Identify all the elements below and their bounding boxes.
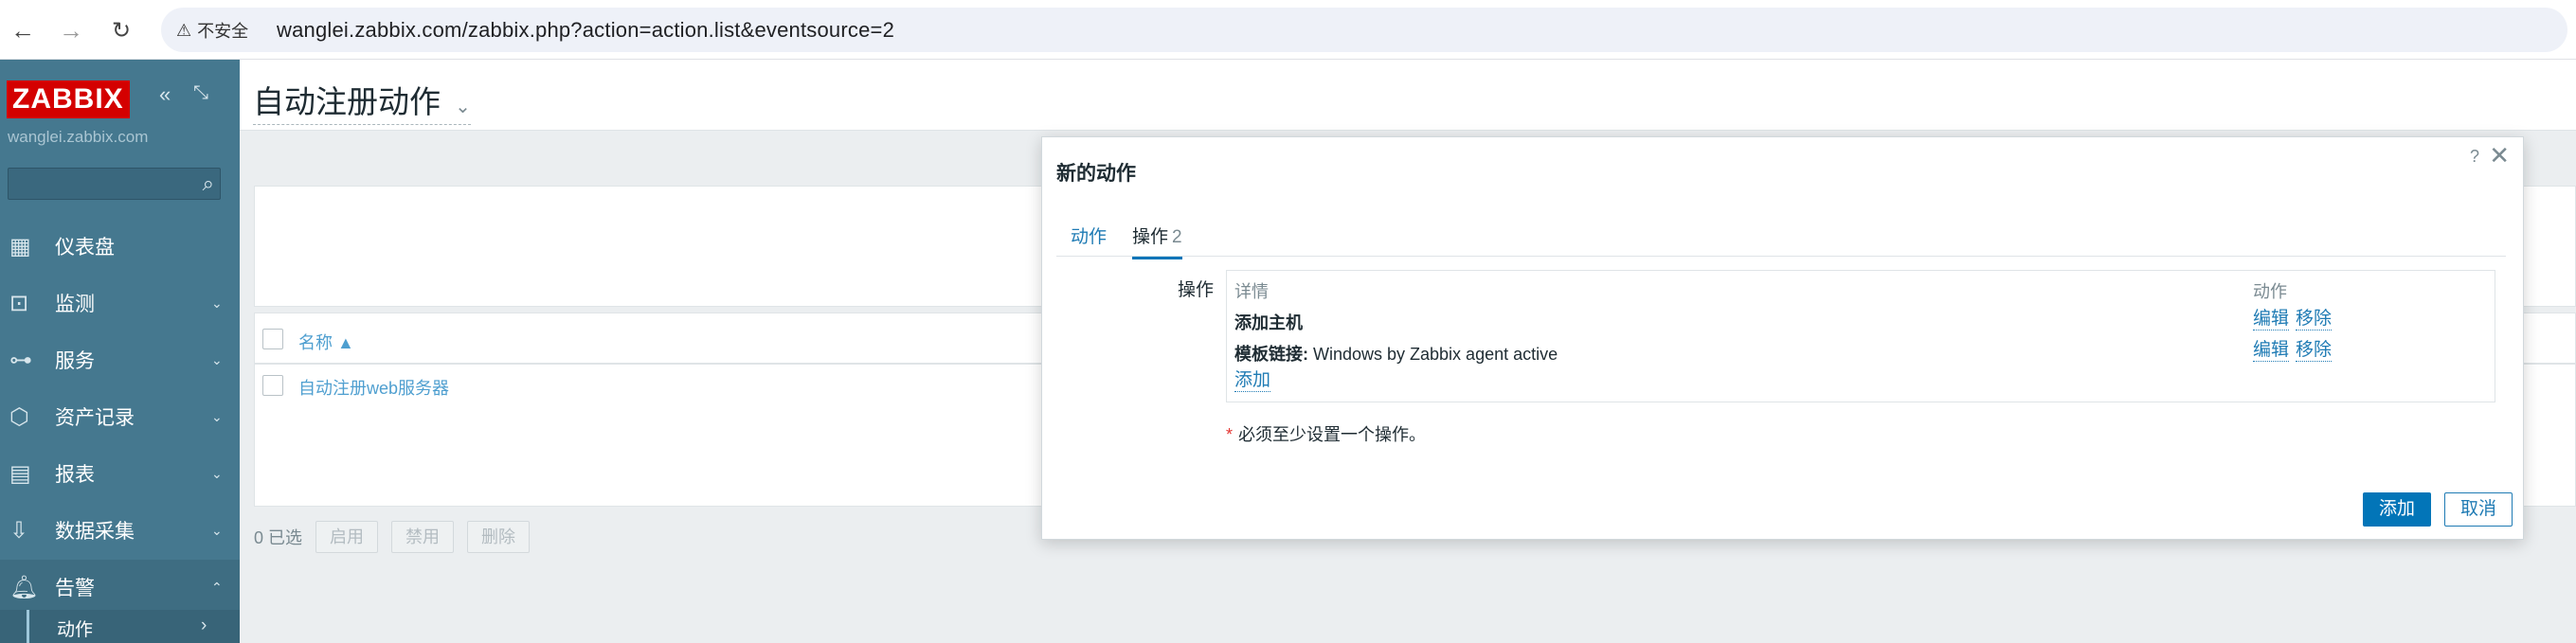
sidebar-item-label: 资产记录 [55, 407, 135, 429]
operation-label: 模板链接: [1234, 345, 1308, 364]
inventory-icon: ⬡ [9, 403, 29, 430]
column-details: 详情 [1234, 282, 1269, 301]
chevron-right-icon: › [201, 616, 207, 635]
zabbix-logo[interactable]: ZABBIX [7, 80, 130, 118]
data-collection-icon: ⇩ [9, 517, 29, 544]
operation-details: 模板链接: Windows by Zabbix agent active [1234, 341, 1558, 366]
selected-count: 0 已选 [254, 528, 303, 547]
page-header: 自动注册动作 ⌄ [240, 60, 2576, 131]
insecure-badge[interactable]: ⚠ 不安全 [176, 18, 248, 43]
operations-label: 操作 [1178, 280, 1215, 300]
close-icon[interactable]: ✕ [2489, 141, 2510, 170]
chevron-down-icon: ⌄ [455, 97, 471, 117]
sidebar-item-dashboard[interactable]: ▦ 仪表盘 [0, 219, 240, 274]
insecure-label: 不安全 [197, 22, 249, 41]
sidebar-item-data-collection[interactable]: ⇩ 数据采集 ⌄ [0, 503, 240, 558]
help-icon[interactable]: ? [2470, 147, 2479, 167]
sidebar-search-input[interactable]: ⌕ [8, 168, 221, 200]
operation-details: 添加主机 [1234, 310, 1303, 334]
operation-value: Windows by Zabbix agent active [1308, 345, 1558, 364]
remove-link[interactable]: 移除 [2296, 309, 2333, 330]
chevron-down-icon: ⌄ [211, 351, 223, 367]
new-action-dialog: 新的动作 ? ✕ 动作 操作 2 操作 详情 动作 添加主机 编辑 移除 模板链接… [1041, 136, 2524, 540]
required-text: 必须至少设置一个操作。 [1238, 425, 1427, 444]
sidebar-item-label: 告警 [55, 578, 95, 599]
required-note: * 必须至少设置一个操作。 [1226, 421, 1426, 446]
cancel-button[interactable]: 取消 [2444, 492, 2513, 527]
action-name-link[interactable]: 自动注册web服务器 [298, 375, 449, 400]
reports-icon: ▤ [9, 460, 31, 487]
sidebar-subitem-actions[interactable]: 动作 › [0, 610, 240, 643]
list-footer: 0 已选 启用 禁用 删除 [254, 519, 531, 555]
dashboard-icon: ▦ [9, 233, 31, 259]
required-asterisk: * [1226, 425, 1234, 444]
active-indicator [27, 610, 29, 643]
chevron-down-icon: ⌄ [211, 465, 223, 481]
chevron-down-icon: ⌄ [211, 295, 223, 311]
enable-button[interactable]: 启用 [315, 521, 379, 553]
tab-count: 2 [1172, 227, 1182, 247]
tab-label: 动作 [1071, 227, 1108, 247]
services-icon: ⊶ [9, 347, 32, 373]
reload-icon[interactable]: ↻ [102, 11, 140, 49]
chevron-down-icon: ⌄ [211, 408, 223, 424]
sidebar-item-label: 监测 [55, 294, 95, 315]
browser-toolbar: ← → ↻ ⚠ 不安全 wanglei.zabbix.com/zabbix.ph… [0, 0, 2576, 60]
sidebar-item-label: 报表 [55, 464, 95, 486]
chevron-up-icon: ⌃ [211, 579, 223, 595]
alerts-icon: 🔔︎ [9, 574, 39, 600]
kiosk-mode-icon[interactable]: ⤡ [193, 82, 208, 104]
arrow-right-icon[interactable]: → [52, 11, 90, 49]
sidebar-item-inventory[interactable]: ⬡ 资产记录 ⌄ [0, 389, 240, 444]
page-title: 自动注册动作 [253, 84, 441, 119]
page-title-dropdown[interactable]: 自动注册动作 ⌄ [253, 77, 471, 125]
sidebar: ZABBIX « ⤡ wanglei.zabbix.com ⌕ ▦ 仪表盘 ⊡ … [0, 60, 240, 643]
sidebar-item-label: 数据采集 [55, 521, 135, 543]
monitoring-icon: ⊡ [9, 290, 29, 316]
sidebar-item-label: 仪表盘 [55, 237, 115, 259]
collapse-sidebar-icon[interactable]: « [159, 82, 171, 107]
sidebar-subitem-label: 动作 [57, 620, 94, 640]
sidebar-item-alerts[interactable]: 🔔︎ 告警 ⌃ [0, 560, 240, 615]
sidebar-item-monitoring[interactable]: ⊡ 监测 ⌄ [0, 276, 240, 330]
tab-operations[interactable]: 操作 2 [1132, 223, 1182, 259]
tab-label: 操作 [1132, 227, 1169, 247]
search-icon[interactable]: ⌕ [203, 171, 214, 196]
edit-link[interactable]: 编辑 [2253, 309, 2290, 330]
add-button[interactable]: 添加 [2363, 492, 2431, 527]
remove-link[interactable]: 移除 [2296, 340, 2333, 362]
select-all-checkbox[interactable] [262, 329, 283, 349]
tab-action[interactable]: 动作 [1071, 223, 1107, 248]
chevron-down-icon: ⌄ [211, 522, 223, 538]
sidebar-item-services[interactable]: ⊶ 服务 ⌄ [0, 332, 240, 387]
arrow-left-icon[interactable]: ← [4, 11, 42, 49]
sidebar-item-label: 服务 [55, 350, 95, 372]
warning-icon: ⚠ [176, 20, 192, 40]
dialog-tabs: 动作 操作 2 [1056, 213, 2506, 259]
server-name: wanglei.zabbix.com [8, 128, 149, 146]
edit-link[interactable]: 编辑 [2253, 340, 2290, 362]
row-checkbox[interactable] [262, 375, 283, 396]
add-operation-link[interactable]: 添加 [1234, 370, 1271, 392]
dialog-title: 新的动作 [1056, 163, 1136, 185]
sidebar-item-reports[interactable]: ▤ 报表 ⌄ [0, 446, 240, 501]
url-text[interactable]: wanglei.zabbix.com/zabbix.php?action=act… [277, 18, 894, 43]
operations-table: 详情 动作 添加主机 编辑 移除 模板链接: Windows by Zabbix… [1226, 270, 2495, 402]
disable-button[interactable]: 禁用 [391, 521, 455, 553]
address-bar[interactable]: ⚠ 不安全 wanglei.zabbix.com/zabbix.php?acti… [161, 8, 2567, 52]
column-name-sort[interactable]: 名称 ▲ [298, 330, 354, 354]
column-action: 动作 [2253, 282, 2287, 301]
operation-label: 添加主机 [1234, 313, 1303, 332]
delete-button[interactable]: 删除 [467, 521, 531, 553]
